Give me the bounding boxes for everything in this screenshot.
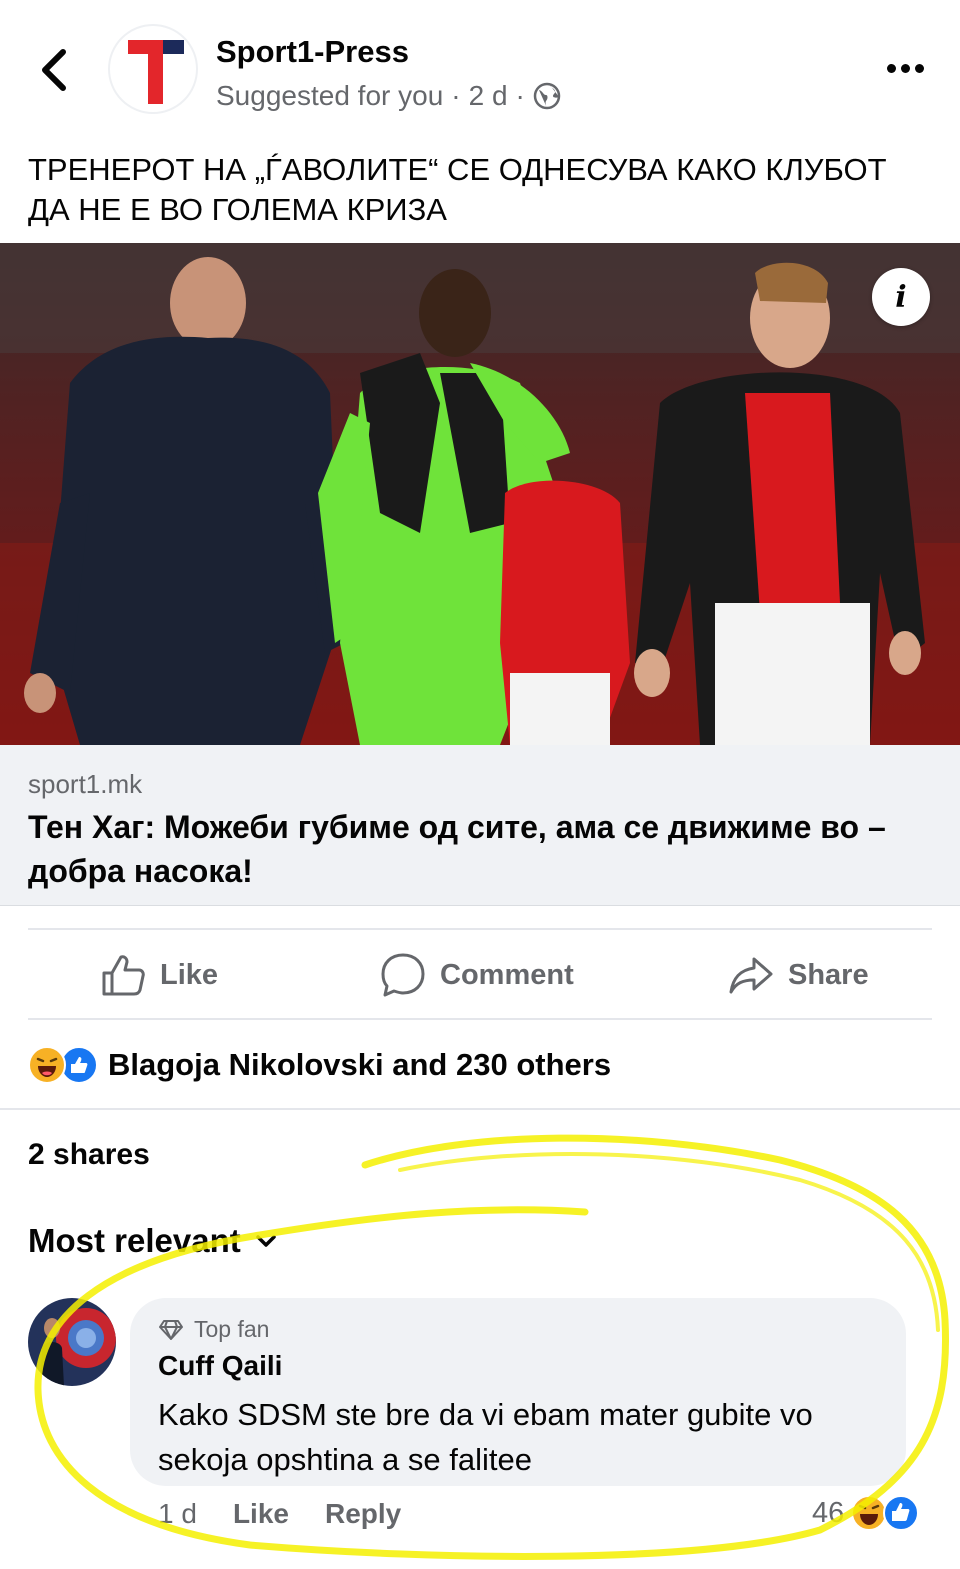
more-dot (914, 63, 924, 73)
suggested-label: Suggested for you (216, 80, 444, 111)
back-button[interactable] (30, 40, 78, 100)
sport1-logo-icon (128, 40, 184, 104)
meta-separator: · (451, 80, 461, 111)
sort-label: Most relevant (28, 1222, 241, 1259)
avatar-image (28, 1298, 116, 1386)
comment-label: Comment (440, 958, 574, 991)
post-photo[interactable] (0, 243, 960, 745)
globe-icon[interactable] (533, 82, 561, 110)
link-preview-card[interactable]: sport1.mk Тен Хаг: Можеби губиме од сите… (0, 745, 960, 906)
link-title: Тен Хаг: Можеби губиме од сите, ама се д… (28, 809, 886, 889)
photo-illustration (0, 243, 960, 745)
link-domain: sport1.mk (28, 769, 143, 799)
more-options-button[interactable] (880, 50, 930, 86)
shares-count[interactable]: 2 shares (28, 1138, 150, 1172)
reaction-icons (28, 1046, 98, 1084)
comment-reactions[interactable]: 46 (812, 1494, 920, 1532)
page-name[interactable]: Sport1-Press (216, 34, 409, 70)
more-dot (900, 63, 910, 73)
like-reaction-icon (883, 1495, 920, 1531)
share-arrow-icon (729, 957, 773, 994)
info-button[interactable]: i (872, 268, 930, 326)
comment-author[interactable]: Cuff Qaili (158, 1350, 282, 1382)
share-label: Share (788, 958, 869, 991)
comment-meta: 1 d Like Reply (158, 1498, 401, 1530)
chevron-left-icon (42, 49, 66, 91)
divider (0, 1108, 960, 1110)
share-button[interactable]: Share (728, 932, 869, 1018)
post-header: Sport1-Press Suggested for you · 2 d · (0, 0, 960, 140)
comment-button[interactable]: Comment (380, 932, 574, 1018)
comment-bubble[interactable]: Top fan Cuff Qaili Kako SDSM ste bre da … (130, 1298, 906, 1486)
more-dot (886, 63, 896, 73)
page-avatar[interactable] (108, 24, 198, 114)
commenter-avatar[interactable] (28, 1298, 116, 1386)
divider (28, 928, 932, 930)
post-actions-bar: Like Comment Share (28, 932, 932, 1018)
meta-separator-2: · (515, 80, 525, 111)
top-fan-badge: Top fan (158, 1316, 269, 1343)
divider (28, 1018, 932, 1020)
comment-like-button[interactable]: Like (233, 1498, 289, 1530)
comment-reply-button[interactable]: Reply (325, 1498, 401, 1530)
post-meta: Suggested for you · 2 d · (216, 80, 561, 112)
haha-reaction-icon (28, 1046, 66, 1084)
badge-label: Top fan (194, 1316, 270, 1342)
comment-reaction-count: 46 (812, 1496, 845, 1529)
like-button[interactable]: Like (100, 932, 218, 1018)
comment-text: Kako SDSM ste bre da vi ebam mater gubit… (158, 1397, 813, 1477)
comment-time[interactable]: 1 d (158, 1498, 197, 1530)
post-text: ТРЕНЕРОТ НА „ЃАВОЛИТЕ“ СЕ ОДНЕСУВА КАКО … (28, 152, 887, 227)
post-time[interactable]: 2 d (469, 80, 508, 112)
reactions-summary[interactable]: Blagoja Nikolovski and 230 others (28, 1040, 611, 1090)
like-label: Like (160, 958, 219, 991)
reactions-text: Blagoja Nikolovski and 230 others (108, 1047, 612, 1082)
diamond-icon (159, 1319, 183, 1340)
chevron-down-icon (255, 1235, 276, 1247)
thumbs-up-icon (102, 955, 145, 996)
comment-sort-dropdown[interactable]: Most relevant (28, 1222, 277, 1260)
comment-bubble-icon (381, 953, 425, 997)
